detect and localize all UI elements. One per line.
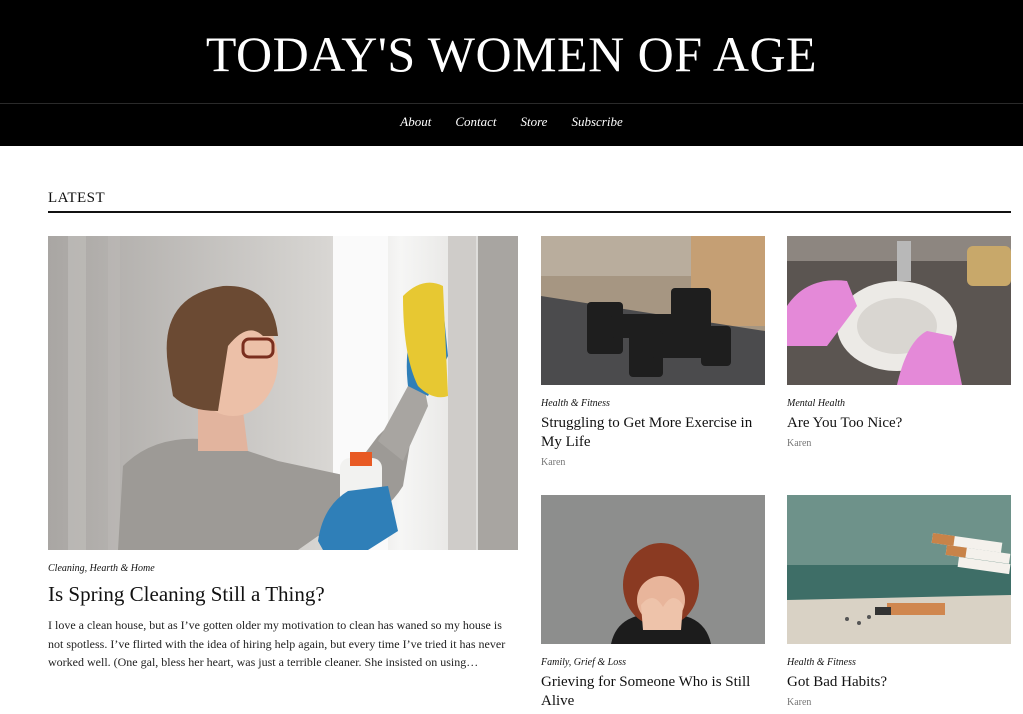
main-nav: About Contact Store Subscribe xyxy=(0,113,1023,131)
site-title[interactable]: TODAY'S WOMEN OF AGE xyxy=(0,24,1023,84)
dishwashing-photo xyxy=(787,236,1011,385)
featured-image[interactable] xyxy=(48,236,518,550)
post-title[interactable]: Are You Too Nice? xyxy=(787,414,1012,433)
post-image-exercise[interactable] xyxy=(541,236,765,385)
featured-title[interactable]: Is Spring Cleaning Still a Thing? xyxy=(48,582,325,607)
post-category[interactable]: Health & Fitness xyxy=(787,657,856,668)
post-title[interactable]: Struggling to Get More Exercise in My Li… xyxy=(541,414,766,452)
featured-category[interactable]: Cleaning, Hearth & Home xyxy=(48,563,155,574)
post-author[interactable]: Karen xyxy=(541,457,565,468)
featured-excerpt: I love a clean house, but as I’ve gotten… xyxy=(48,618,506,669)
post-image-grieving[interactable] xyxy=(541,495,765,644)
post-title[interactable]: Got Bad Habits? xyxy=(787,673,1012,692)
post-category[interactable]: Family, Grief & Loss xyxy=(541,657,626,668)
header-divider xyxy=(0,103,1023,104)
featured-photo xyxy=(48,236,518,550)
post-image-bad-habits[interactable] xyxy=(787,495,1011,644)
nav-about[interactable]: About xyxy=(400,114,431,129)
cigarettes-photo xyxy=(787,495,1011,644)
nav-store[interactable]: Store xyxy=(520,114,547,129)
dumbbells-photo xyxy=(541,236,765,385)
post-title[interactable]: Grieving for Someone Who is Still Alive xyxy=(541,673,766,711)
site-header: TODAY'S WOMEN OF AGE About Contact Store… xyxy=(0,0,1023,146)
post-category[interactable]: Health & Fitness xyxy=(541,398,610,409)
post-author[interactable]: Karen xyxy=(787,438,811,449)
grieving-photo xyxy=(541,495,765,644)
post-category[interactable]: Mental Health xyxy=(787,398,845,409)
post-image-too-nice[interactable] xyxy=(787,236,1011,385)
post-author[interactable]: Karen xyxy=(787,697,811,708)
nav-subscribe[interactable]: Subscribe xyxy=(571,114,622,129)
section-title: LATEST xyxy=(48,190,106,206)
nav-contact[interactable]: Contact xyxy=(455,114,496,129)
section-divider xyxy=(48,211,1011,213)
